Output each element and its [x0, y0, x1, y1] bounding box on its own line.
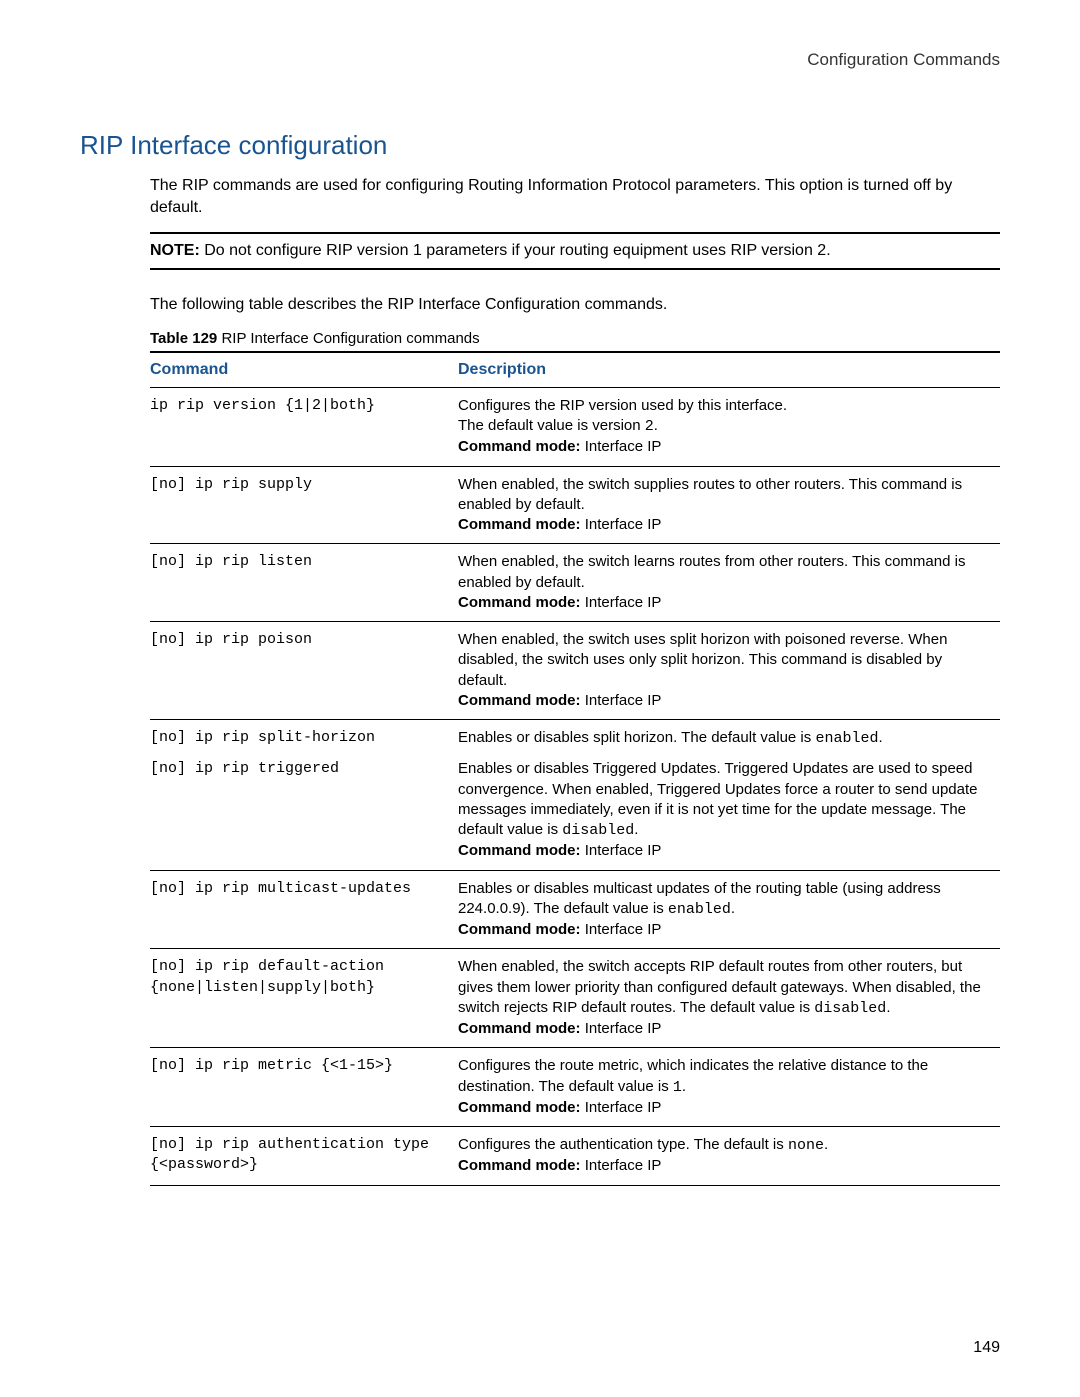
table-header-row: Command Description: [150, 352, 1000, 388]
command-cell: [no] ip rip multicast-updates: [150, 870, 458, 949]
table-caption: Table 129 RIP Interface Configuration co…: [150, 330, 1000, 347]
table-row: [no] ip rip authentication type {<passwo…: [150, 1127, 1000, 1186]
command-cell: [no] ip rip metric {<1-15>}: [150, 1048, 458, 1127]
table-row: [no] ip rip metric {<1-15>} Configures t…: [150, 1048, 1000, 1127]
description-cell: When enabled, the switch learns routes f…: [458, 544, 1000, 622]
note-text: Do not configure RIP version 1 parameter…: [204, 242, 830, 259]
page: Configuration Commands RIP Interface con…: [0, 0, 1080, 1397]
description-cell: Configures the route metric, which indic…: [458, 1048, 1000, 1127]
command-cell: [no] ip rip poison: [150, 622, 458, 720]
section-title: RIP Interface configuration: [80, 130, 1000, 161]
table-row: [no] ip rip default-action {none|listen|…: [150, 949, 1000, 1048]
description-cell: Configures the RIP version used by this …: [458, 387, 1000, 466]
description-cell: When enabled, the switch supplies routes…: [458, 466, 1000, 544]
commands-table: Command Description ip rip version {1|2|…: [150, 351, 1000, 1186]
col-description: Description: [458, 352, 1000, 388]
command-cell: [no] ip rip supply: [150, 466, 458, 544]
note-label: NOTE:: [150, 242, 200, 259]
table-row: ip rip version {1|2|both} Configures the…: [150, 387, 1000, 466]
table-caption-label: Table 129: [150, 330, 217, 347]
table-row: [no] ip rip listen When enabled, the swi…: [150, 544, 1000, 622]
description-cell: When enabled, the switch accepts RIP def…: [458, 949, 1000, 1048]
table-row: [no] ip rip poison When enabled, the swi…: [150, 622, 1000, 720]
table-row: [no] ip rip multicast-updates Enables or…: [150, 870, 1000, 949]
table-row: [no] ip rip triggered Enables or disable…: [150, 751, 1000, 870]
description-cell: Enables or disables Triggered Updates. T…: [458, 751, 1000, 870]
command-cell: [no] ip rip split-horizon: [150, 720, 458, 752]
table-intro: The following table describes the RIP In…: [150, 294, 1000, 316]
command-cell: [no] ip rip triggered: [150, 751, 458, 870]
description-cell: Configures the authentication type. The …: [458, 1127, 1000, 1186]
command-cell: [no] ip rip authentication type {<passwo…: [150, 1127, 458, 1186]
page-number: 149: [973, 1339, 1000, 1357]
command-cell: [no] ip rip listen: [150, 544, 458, 622]
command-cell: [no] ip rip default-action {none|listen|…: [150, 949, 458, 1048]
table-caption-text: RIP Interface Configuration commands: [221, 330, 479, 347]
description-cell: When enabled, the switch uses split hori…: [458, 622, 1000, 720]
col-command: Command: [150, 352, 458, 388]
command-cell: ip rip version {1|2|both}: [150, 387, 458, 466]
note-box: NOTE: Do not configure RIP version 1 par…: [150, 232, 1000, 270]
description-cell: Enables or disables multicast updates of…: [458, 870, 1000, 949]
description-cell: Enables or disables split horizon. The d…: [458, 720, 1000, 752]
header-category: Configuration Commands: [80, 50, 1000, 70]
table-row: [no] ip rip supply When enabled, the swi…: [150, 466, 1000, 544]
intro-paragraph: The RIP commands are used for configurin…: [150, 175, 1000, 218]
table-row: [no] ip rip split-horizon Enables or dis…: [150, 720, 1000, 752]
